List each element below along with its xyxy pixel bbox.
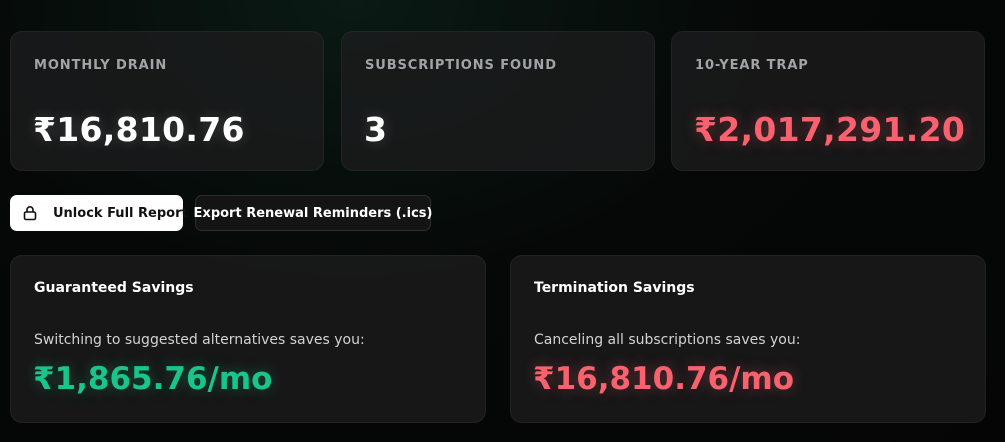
stat-label: SUBSCRIPTIONS FOUND (365, 58, 557, 73)
lock-icon (22, 205, 38, 221)
stat-card-monthly-drain: MONTHLY DRAIN ₹16,810.76 (10, 31, 324, 171)
stat-value: 3 (364, 110, 388, 149)
guaranteed-savings-card: Guaranteed Savings Switching to suggeste… (10, 255, 486, 423)
termination-savings-card: Termination Savings Canceling all subscr… (510, 255, 986, 423)
export-renewal-reminders-button[interactable]: Export Renewal Reminders (.ics) (193, 195, 433, 231)
stat-label: MONTHLY DRAIN (34, 58, 168, 73)
stat-label: 10-YEAR TRAP (695, 58, 809, 73)
stat-value: ₹2,017,291.20 (694, 110, 966, 149)
savings-description: Canceling all subscriptions saves you: (534, 332, 801, 348)
savings-title: Termination Savings (534, 280, 695, 296)
savings-description: Switching to suggested alternatives save… (34, 332, 365, 348)
savings-title: Guaranteed Savings (34, 280, 194, 296)
stat-card-subscriptions-found: SUBSCRIPTIONS FOUND 3 (341, 31, 655, 171)
unlock-full-report-button[interactable]: Unlock Full Report (10, 195, 188, 231)
savings-amount: ₹1,865.76/mo (33, 361, 273, 397)
export-label: Export Renewal Reminders (.ics) (193, 205, 433, 221)
stat-value: ₹16,810.76 (33, 110, 245, 149)
unlock-label: Unlock Full Report (53, 205, 188, 221)
savings-amount: ₹16,810.76/mo (533, 361, 795, 397)
stat-card-ten-year-trap: 10-YEAR TRAP ₹2,017,291.20 (671, 31, 985, 171)
